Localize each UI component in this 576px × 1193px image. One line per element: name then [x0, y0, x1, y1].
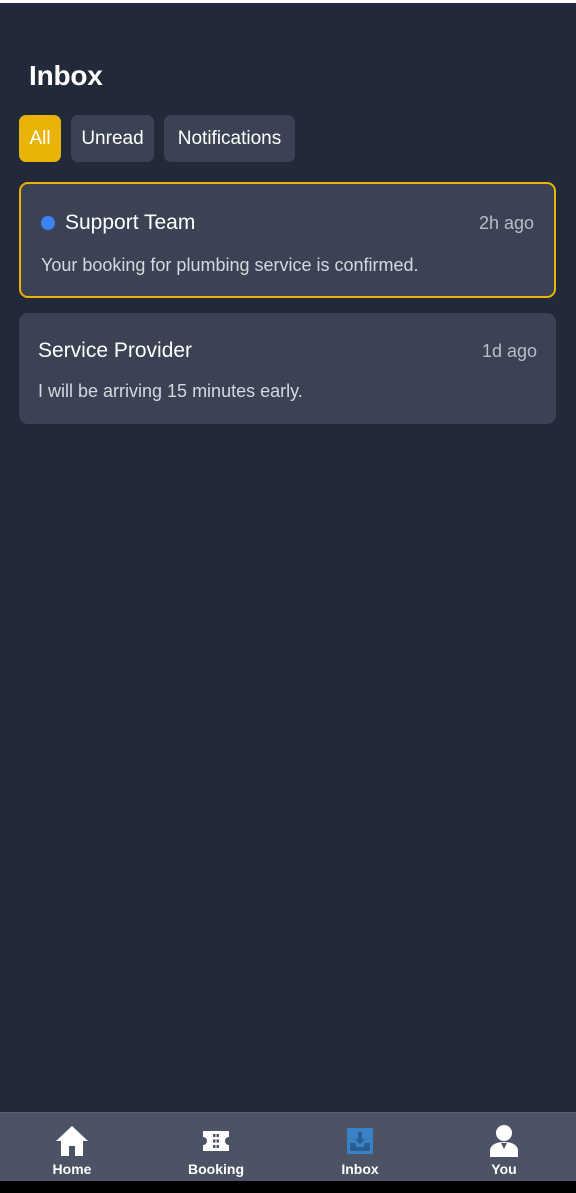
nav-booking-label: Booking [188, 1161, 244, 1177]
filter-notifications-button[interactable]: Notifications [164, 115, 295, 162]
nav-home[interactable]: Home [0, 1113, 144, 1181]
bottom-navigation: Home Booking Inbox You [0, 1112, 576, 1181]
nav-inbox[interactable]: Inbox [288, 1113, 432, 1181]
nav-inbox-label: Inbox [341, 1161, 379, 1177]
message-time: 2h ago [478, 213, 534, 233]
filter-all-button[interactable]: All [19, 115, 61, 162]
system-bar [0, 1181, 576, 1193]
nav-home-label: Home [52, 1161, 92, 1177]
user-icon [486, 1123, 522, 1159]
inbox-screen: Inbox All Unread Notifications Support T… [0, 0, 576, 1193]
home-icon [54, 1123, 90, 1159]
message-preview: I will be arriving 15 minutes early. [38, 381, 303, 401]
message-preview: Your booking for plumbing service is con… [41, 255, 419, 275]
message-time: 1d ago [481, 341, 537, 361]
nav-you[interactable]: You [432, 1113, 576, 1181]
unread-indicator [41, 216, 55, 230]
page-title: Inbox [29, 60, 103, 91]
nav-booking[interactable]: Booking [144, 1113, 288, 1181]
nav-you-label: You [491, 1161, 517, 1177]
filter-tabs: All Unread Notifications [19, 115, 295, 162]
message-sender: Service Provider [38, 339, 193, 362]
ticket-icon [198, 1123, 234, 1159]
message-sender: Support Team [65, 211, 196, 234]
status-strip [0, 0, 576, 3]
message-card[interactable]: Support Team 2h ago Your booking for plu… [19, 182, 556, 298]
filter-unread-button[interactable]: Unread [71, 115, 154, 162]
inbox-icon [342, 1123, 378, 1159]
message-card[interactable]: Service Provider 1d ago I will be arrivi… [19, 313, 556, 424]
